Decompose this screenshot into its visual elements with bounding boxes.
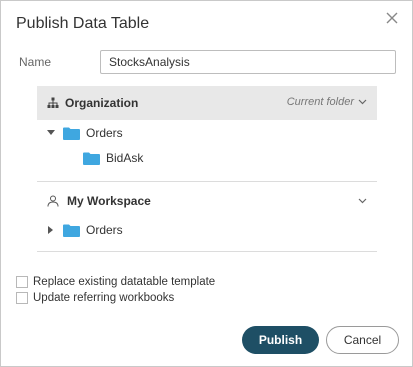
caret-right-icon[interactable]: [48, 226, 54, 234]
divider: [37, 181, 377, 182]
user-icon: [47, 195, 59, 207]
tree-item-label: Orders: [86, 126, 123, 140]
workspace-label: My Workspace: [67, 194, 151, 208]
workspace-header[interactable]: My Workspace: [37, 191, 377, 211]
tree-item-orders-workspace[interactable]: Orders: [48, 223, 123, 237]
replace-template-label: Replace existing datatable template: [33, 276, 216, 288]
chevron-down-icon: [358, 99, 367, 105]
publish-data-table-dialog: Publish Data Table Name Organization Cur…: [0, 0, 413, 367]
chevron-down-icon[interactable]: [358, 198, 367, 204]
tree-item-label: Orders: [86, 223, 123, 237]
divider: [37, 251, 377, 252]
dialog-title: Publish Data Table: [16, 15, 150, 32]
tree-item-label: BidAsk: [106, 151, 144, 165]
folder-icon: [63, 127, 80, 140]
current-folder-dropdown[interactable]: Current folder: [287, 96, 367, 108]
tree-item-bidask[interactable]: BidAsk: [83, 151, 143, 165]
update-workbooks-checkbox[interactable]: [16, 292, 28, 304]
replace-template-checkbox[interactable]: [16, 276, 28, 288]
update-workbooks-label: Update referring workbooks: [33, 292, 175, 304]
folder-icon: [63, 224, 80, 237]
cancel-button[interactable]: Cancel: [326, 326, 399, 354]
publish-button[interactable]: Publish: [242, 326, 319, 354]
organization-icon: [47, 97, 59, 108]
name-input[interactable]: [100, 50, 396, 74]
folder-icon: [83, 152, 100, 165]
close-icon[interactable]: [384, 10, 400, 26]
update-workbooks-option[interactable]: Update referring workbooks: [16, 292, 174, 304]
caret-down-icon[interactable]: [47, 130, 55, 136]
name-label: Name: [19, 55, 52, 69]
tree-item-orders-org[interactable]: Orders: [47, 126, 123, 140]
replace-template-option[interactable]: Replace existing datatable template: [16, 276, 215, 288]
current-folder-label: Current folder: [286, 96, 354, 108]
organization-label: Organization: [65, 96, 139, 110]
folder-tree: Organization Current folder: [37, 86, 377, 120]
organization-header[interactable]: Organization Current folder: [37, 86, 377, 120]
